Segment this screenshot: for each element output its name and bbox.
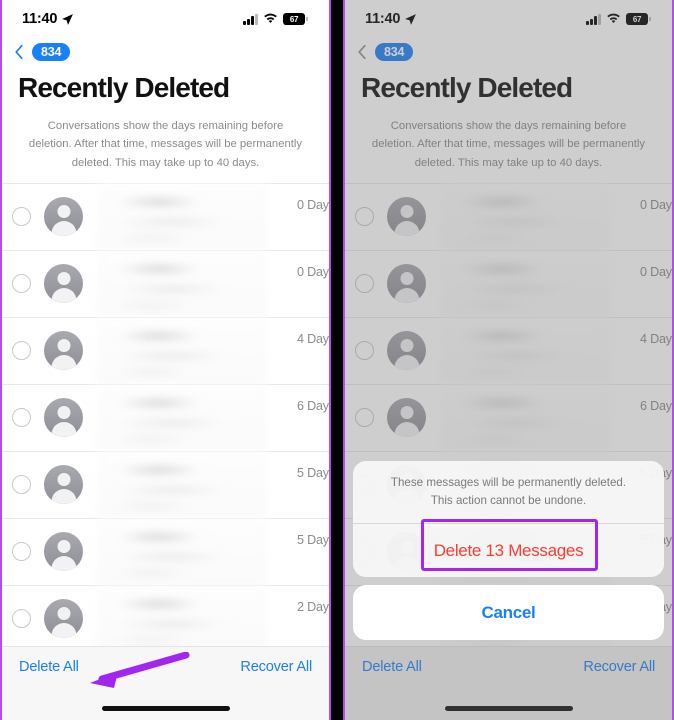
table-row[interactable]: 5 Days [2, 450, 329, 518]
row-select-radio[interactable] [12, 542, 31, 562]
delete-messages-button[interactable]: Delete 13 Messages [353, 523, 664, 577]
recover-all-button[interactable]: Recover All [240, 659, 312, 675]
row-select-radio[interactable] [12, 341, 31, 361]
table-row[interactable]: 6 Days [2, 383, 329, 451]
avatar [44, 197, 83, 237]
days-remaining-label: 0 Days [297, 264, 329, 279]
battery-percent: 67 [289, 14, 299, 24]
location-arrow-icon [62, 13, 74, 25]
redacted-conversation-preview [97, 384, 267, 451]
phone-screen-left: 11:40 67 834 Recently Deleted Conversati… [0, 0, 331, 720]
status-bar: 11:40 67 [2, 0, 329, 38]
row-select-radio[interactable] [12, 475, 31, 495]
days-remaining-label: 0 Days [297, 197, 329, 212]
avatar [44, 599, 83, 639]
action-sheet-card: These messages will be permanently delet… [353, 460, 664, 577]
back-badge-count[interactable]: 834 [32, 43, 71, 61]
redacted-conversation-preview [97, 585, 267, 652]
avatar [44, 398, 83, 438]
chevron-left-icon[interactable] [12, 45, 26, 59]
redacted-conversation-preview [97, 250, 267, 317]
cellular-signal-icon [243, 13, 258, 25]
page-title: Recently Deleted [18, 72, 230, 103]
phone-screen-right: 11:40 67 834 Recently Deleted Conversati… [343, 0, 674, 720]
days-remaining-label: 5 Days [297, 465, 329, 480]
table-row[interactable]: 0 Days [2, 182, 329, 250]
wifi-icon [264, 13, 277, 24]
screenshot-stage: 11:40 67 834 Recently Deleted Conversati… [0, 0, 674, 720]
row-select-radio[interactable] [12, 609, 31, 629]
action-sheet: These messages will be permanently delet… [353, 460, 664, 640]
table-row[interactable]: 5 Days [2, 517, 329, 585]
deleted-conversations-list: 0 Days 0 Days 4 Days 6 Days [2, 182, 329, 652]
home-indicator [101, 706, 230, 711]
row-select-radio[interactable] [12, 207, 31, 227]
action-sheet-message: These messages will be permanently delet… [390, 475, 627, 508]
battery-icon: 67 [283, 13, 308, 25]
avatar [44, 532, 83, 572]
table-row[interactable]: 4 Days [2, 316, 329, 384]
status-bar-time: 11:40 [22, 11, 58, 27]
days-remaining-label: 2 Days [297, 599, 329, 614]
table-row[interactable]: 0 Days [2, 249, 329, 317]
table-row[interactable]: 2 Days [2, 584, 329, 652]
delete-all-button[interactable]: Delete All [19, 659, 79, 675]
avatar [44, 331, 83, 371]
redacted-conversation-preview [97, 317, 267, 384]
days-remaining-label: 4 Days [297, 331, 329, 346]
avatar [44, 264, 83, 304]
row-select-radio[interactable] [12, 408, 31, 428]
days-remaining-label: 6 Days [297, 398, 329, 413]
days-remaining-label: 5 Days [297, 532, 329, 547]
navigation-bar: 834 [2, 38, 329, 66]
page-subtitle: Conversations show the days remaining be… [28, 120, 303, 169]
cancel-button[interactable]: Cancel [353, 585, 664, 640]
panel-divider [331, 0, 343, 720]
redacted-conversation-preview [97, 183, 267, 250]
redacted-conversation-preview [97, 451, 267, 518]
status-bar-time-group: 11:40 [22, 11, 74, 27]
redacted-conversation-preview [97, 518, 267, 585]
status-bar-indicators: 67 [243, 13, 308, 25]
avatar [44, 465, 83, 505]
row-select-radio[interactable] [12, 274, 31, 294]
